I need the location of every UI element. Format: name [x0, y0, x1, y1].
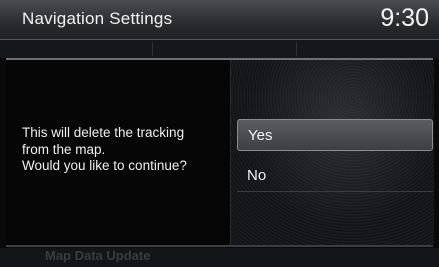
background-item-label: Map Data Update — [45, 248, 151, 263]
tab-divider — [296, 42, 297, 56]
dialog-message: This will delete the tracking from the m… — [22, 125, 227, 175]
confirm-dialog: This will delete the tracking from the m… — [6, 58, 434, 247]
header-bar: Navigation Settings 9:30 — [0, 0, 439, 40]
navigation-screen: Navigation Settings 9:30 Map Data Update… — [0, 0, 439, 267]
background-list-item: Map Data Update — [0, 248, 439, 267]
dialog-message-line: Would you like to continue? — [22, 158, 187, 173]
dialog-message-line: This will delete the tracking — [22, 125, 185, 140]
page-title: Navigation Settings — [22, 9, 173, 28]
dialog-message-line: from the map. — [22, 141, 106, 157]
yes-button[interactable]: Yes — [237, 119, 433, 151]
background-tabs — [0, 40, 439, 58]
no-button[interactable]: No — [237, 160, 433, 192]
clock: 9:30 — [380, 4, 429, 32]
tab-divider — [152, 42, 153, 56]
options-panel: Yes No — [230, 60, 434, 245]
